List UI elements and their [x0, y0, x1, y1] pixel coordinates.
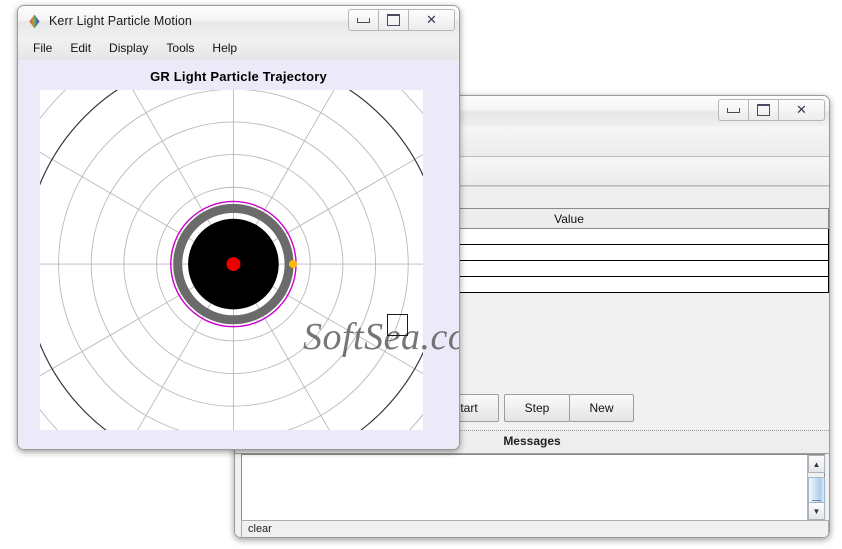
menu-tools[interactable]: Tools — [157, 39, 203, 57]
menu-edit[interactable]: Edit — [61, 39, 100, 57]
window1-titlebar[interactable]: Kerr Light Particle Motion ✕ — [18, 6, 459, 36]
menu-display[interactable]: Display — [100, 39, 157, 57]
messages-scrollbar[interactable]: ▲ ▼ — [807, 455, 825, 531]
new-button[interactable]: New — [569, 394, 634, 422]
window2-maximize-button[interactable] — [748, 99, 779, 121]
trajectory-plot[interactable] — [40, 90, 423, 430]
close-icon: ✕ — [796, 102, 807, 118]
scroll-up-button[interactable]: ▲ — [808, 455, 825, 473]
minimize-icon — [727, 107, 740, 113]
window1-close-button[interactable]: ✕ — [408, 9, 455, 31]
messages-textarea[interactable]: ▲ ▼ — [241, 454, 825, 531]
window1-minimize-button[interactable] — [348, 9, 379, 31]
maximize-icon — [757, 104, 770, 116]
clear-button[interactable]: clear — [241, 520, 829, 537]
window1-client: GR Light Particle Trajectory SoftSea.com… — [18, 60, 459, 449]
minimize-icon — [357, 17, 370, 23]
window1-menubar[interactable]: File Edit Display Tools Help — [18, 36, 459, 61]
window1-controls[interactable]: ✕ — [348, 9, 455, 31]
menu-file[interactable]: File — [24, 39, 61, 57]
step-button[interactable]: Step — [504, 394, 570, 422]
plot-title: GR Light Particle Trajectory — [150, 69, 327, 84]
kerr-light-particle-motion-window[interactable]: Kerr Light Particle Motion ✕ File Edit D… — [17, 5, 460, 450]
maximize-icon — [387, 14, 400, 26]
scroll-down-button[interactable]: ▼ — [808, 502, 825, 520]
polar-plot-svg — [40, 90, 423, 430]
window1-title: Kerr Light Particle Motion — [49, 14, 192, 28]
watermark-box-icon — [387, 314, 408, 336]
menu-help[interactable]: Help — [203, 39, 246, 57]
kerr-diamond-icon — [27, 14, 42, 29]
window2-minimize-button[interactable] — [718, 99, 749, 121]
close-icon: ✕ — [426, 12, 437, 28]
window2-close-button[interactable]: ✕ — [778, 99, 825, 121]
window2-controls[interactable]: ✕ — [718, 99, 825, 121]
window1-maximize-button[interactable] — [378, 9, 409, 31]
